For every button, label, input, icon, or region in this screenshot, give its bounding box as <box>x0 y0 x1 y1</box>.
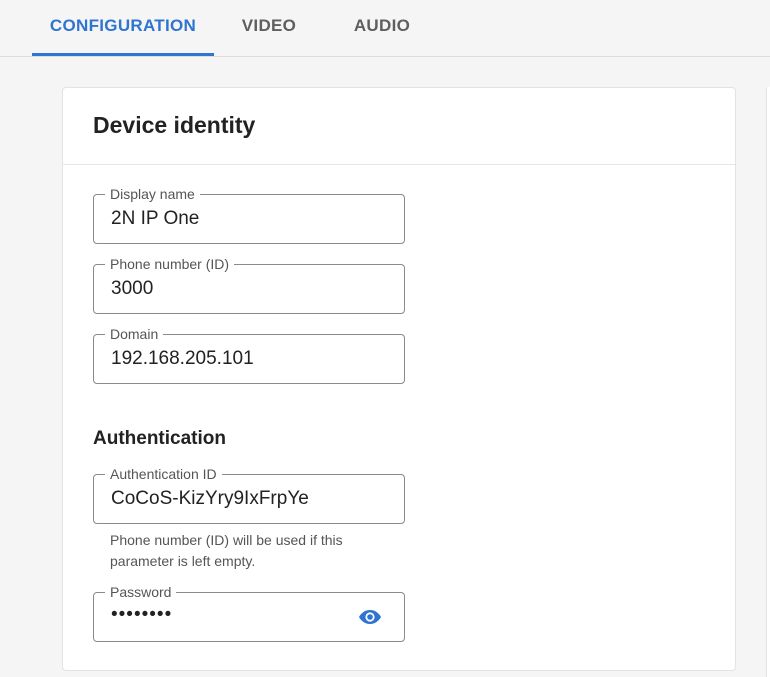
authentication-id-field[interactable]: Authentication ID CoCoS-KizYry9IxFrpYe <box>93 465 405 524</box>
device-identity-card: Device identity Display name 2N IP One P… <box>62 87 736 671</box>
password-value[interactable]: •••••••• <box>111 604 172 626</box>
domain-label: Domain <box>105 325 164 343</box>
card-header: Device identity <box>63 88 735 165</box>
phone-number-value[interactable]: 3000 <box>111 278 153 300</box>
tab-video[interactable]: VIDEO <box>220 0 318 56</box>
authentication-id-value[interactable]: CoCoS-KizYry9IxFrpYe <box>111 488 309 510</box>
display-name-value[interactable]: 2N IP One <box>111 208 199 230</box>
authentication-id-label: Authentication ID <box>105 465 222 483</box>
tab-bar: CONFIGURATION VIDEO AUDIO <box>0 0 770 57</box>
adjacent-card-edge <box>766 87 770 677</box>
domain-value[interactable]: 192.168.205.101 <box>111 348 254 370</box>
tab-audio[interactable]: AUDIO <box>330 0 434 56</box>
authentication-section-title: Authentication <box>93 428 226 449</box>
card-title: Device identity <box>93 112 256 138</box>
authentication-id-helper-text: Phone number (ID) will be used if this p… <box>110 532 343 569</box>
tab-configuration[interactable]: CONFIGURATION <box>32 0 214 56</box>
phone-number-field[interactable]: Phone number (ID) 3000 <box>93 255 405 314</box>
domain-field[interactable]: Domain 192.168.205.101 <box>93 325 405 384</box>
password-label: Password <box>105 583 177 601</box>
phone-number-label: Phone number (ID) <box>105 255 235 273</box>
eye-icon[interactable] <box>358 607 382 627</box>
password-field[interactable]: Password •••••••• <box>93 583 405 642</box>
display-name-label: Display name <box>105 185 200 203</box>
display-name-field[interactable]: Display name 2N IP One <box>93 185 405 244</box>
